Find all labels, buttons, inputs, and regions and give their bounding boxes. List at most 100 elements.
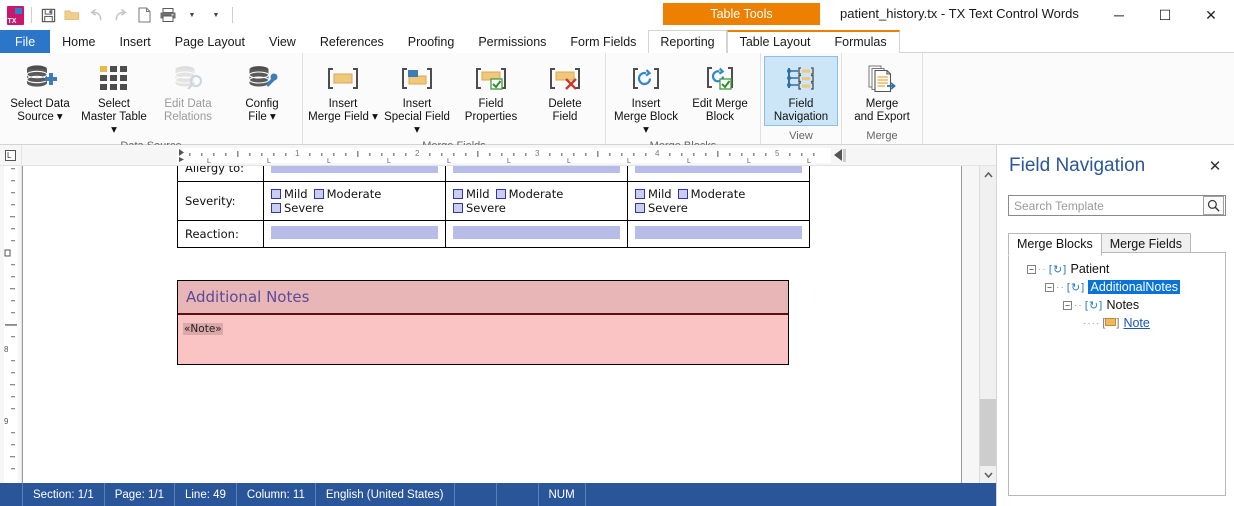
- scrollbar-thumb[interactable]: [980, 399, 996, 471]
- insert-special-field-button[interactable]: Insert Special Field ▾: [380, 56, 454, 138]
- checkbox-icon[interactable]: [453, 203, 463, 213]
- tree-node-note[interactable]: ···· [] Note: [1009, 314, 1225, 332]
- checkbox-icon[interactable]: [453, 189, 463, 199]
- status-section[interactable]: Section: 1/1: [22, 483, 105, 506]
- qat-customize-arrow[interactable]: ▼: [204, 3, 228, 27]
- vertical-ruler[interactable]: 8 9: [0, 166, 22, 483]
- save-button[interactable]: [36, 3, 60, 27]
- checkbox-icon[interactable]: [271, 203, 281, 213]
- checkbox-item-mild[interactable]: Mild: [635, 187, 672, 201]
- reaction-field-cell-1[interactable]: [263, 220, 446, 248]
- search-button[interactable]: [1203, 196, 1224, 215]
- table-row-allergy[interactable]: Allergy to:: [177, 166, 810, 182]
- tab-home[interactable]: Home: [50, 30, 107, 53]
- collapse-expander-icon[interactable]: −: [1063, 300, 1072, 310]
- app-menu-button[interactable]: [3, 3, 27, 27]
- print-dropdown-arrow[interactable]: ▼: [180, 3, 204, 27]
- status-line[interactable]: Line: 49: [175, 483, 237, 506]
- tab-file[interactable]: File: [0, 30, 51, 53]
- allergy-field-cell-3[interactable]: [627, 166, 810, 182]
- scroll-down-button[interactable]: [980, 466, 996, 483]
- severity-cell-3[interactable]: Mild ModerateSevere: [627, 181, 810, 221]
- table-row-reaction[interactable]: Reaction:: [177, 220, 810, 248]
- checkbox-icon[interactable]: [271, 189, 281, 199]
- tab-view[interactable]: View: [257, 30, 308, 53]
- patient-allergy-table[interactable]: Allergy to: Severity: Mild ModerateSevere…: [177, 166, 810, 248]
- reaction-field-cell-2[interactable]: [445, 220, 628, 248]
- edit-data-relations-button[interactable]: Edit Data Relations: [151, 56, 225, 126]
- severity-cell-2[interactable]: Mild ModerateSevere: [445, 181, 628, 221]
- document-page[interactable]: Allergy to: Severity: Mild ModerateSevere…: [22, 166, 962, 483]
- checkbox-item-moderate[interactable]: Moderate: [313, 187, 381, 201]
- select-data-source-button[interactable]: Select Data Source ▾: [3, 56, 77, 126]
- checkbox-item-severe[interactable]: Severe: [453, 201, 506, 215]
- new-document-button[interactable]: [132, 3, 156, 27]
- tree-node-label[interactable]: Note: [1123, 316, 1149, 330]
- document-vertical-scrollbar[interactable]: [979, 166, 996, 483]
- tab-page-layout[interactable]: Page Layout: [163, 30, 257, 53]
- tab-references[interactable]: References: [308, 30, 396, 53]
- search-input[interactable]: [1009, 198, 1203, 213]
- reaction-field-cell-3[interactable]: [627, 220, 810, 248]
- collapse-expander-icon[interactable]: −: [1027, 264, 1036, 274]
- collapse-expander-icon[interactable]: −: [1045, 282, 1054, 292]
- status-slot-1[interactable]: [455, 483, 497, 506]
- tab-permissions[interactable]: Permissions: [466, 30, 558, 53]
- additional-notes-body[interactable]: «Note»: [178, 315, 788, 364]
- maximize-button[interactable]: ☐: [1142, 0, 1188, 30]
- horizontal-ruler[interactable]: 1 2 3 4 5 L L L L L L L L L L L: [22, 145, 996, 166]
- minimize-button[interactable]: ─: [1096, 0, 1142, 30]
- select-master-table-button[interactable]: Select Master Table ▾: [77, 56, 151, 138]
- checkbox-icon[interactable]: [313, 189, 324, 199]
- checkbox-item-moderate[interactable]: Moderate: [495, 187, 563, 201]
- tab-merge-blocks[interactable]: Merge Blocks: [1008, 233, 1102, 256]
- status-slot-2[interactable]: [497, 483, 539, 506]
- merge-blocks-tree[interactable]: − ·· [↻] Patient − ·· [↻] AdditionalNote…: [1008, 252, 1226, 496]
- status-num-lock[interactable]: NUM: [539, 483, 586, 506]
- allergy-field-cell-2[interactable]: [445, 166, 628, 182]
- edit-merge-block-button[interactable]: Edit Merge Block: [683, 56, 757, 126]
- tree-node-notes[interactable]: − ·· [↻] Notes: [1009, 296, 1225, 314]
- config-file-button[interactable]: Config File ▾: [225, 56, 299, 126]
- right-indent-marker[interactable]: [826, 148, 846, 163]
- checkbox-icon[interactable]: [635, 189, 645, 199]
- checkbox-icon[interactable]: [495, 189, 506, 199]
- field-navigation-button[interactable]: Field Navigation: [764, 56, 838, 126]
- tab-formulas[interactable]: Formulas: [823, 30, 899, 53]
- status-column[interactable]: Column: 11: [237, 483, 316, 506]
- delete-field-button[interactable]: Delete Field: [528, 56, 602, 126]
- severity-cell-1[interactable]: Mild ModerateSevere: [263, 181, 446, 221]
- tab-proofing[interactable]: Proofing: [396, 30, 467, 53]
- undo-button[interactable]: [84, 3, 108, 27]
- insert-merge-field-button[interactable]: Insert Merge Field ▾: [306, 56, 380, 126]
- redo-button[interactable]: [108, 3, 132, 27]
- tab-table-layout[interactable]: Table Layout: [728, 30, 823, 53]
- checkbox-item-severe[interactable]: Severe: [271, 201, 324, 215]
- allergy-field-cell-1[interactable]: [263, 166, 446, 182]
- checkbox-icon[interactable]: [635, 203, 645, 213]
- status-language[interactable]: English (United States): [316, 483, 455, 506]
- checkbox-item-moderate[interactable]: Moderate: [677, 187, 745, 201]
- field-properties-button[interactable]: Field Properties: [454, 56, 528, 126]
- open-button[interactable]: [60, 3, 84, 27]
- tree-node-additional-notes[interactable]: − ·· [↻] AdditionalNotes: [1009, 278, 1225, 296]
- search-template-box[interactable]: [1008, 195, 1226, 216]
- scroll-up-button[interactable]: [980, 166, 996, 183]
- merge-and-export-button[interactable]: Merge and Export: [845, 56, 919, 126]
- print-button[interactable]: [156, 3, 180, 27]
- tab-form-fields[interactable]: Form Fields: [558, 30, 648, 53]
- tab-insert[interactable]: Insert: [108, 30, 163, 53]
- table-row-severity[interactable]: Severity: Mild ModerateSevere Mild Moderat…: [177, 181, 810, 221]
- tree-node-patient[interactable]: − ·· [↻] Patient: [1009, 260, 1225, 278]
- additional-notes-box[interactable]: Additional Notes «Note»: [177, 280, 789, 365]
- insert-merge-block-button[interactable]: Insert Merge Block ▾: [609, 56, 683, 138]
- status-page[interactable]: Page: 1/1: [105, 483, 175, 506]
- tab-reporting[interactable]: Reporting: [648, 30, 727, 53]
- field-navigation-close-button[interactable]: ✕: [1206, 157, 1224, 175]
- checkbox-item-mild[interactable]: Mild: [271, 187, 308, 201]
- checkbox-item-mild[interactable]: Mild: [453, 187, 490, 201]
- ruler-corner-tabstop-selector[interactable]: L: [0, 145, 22, 166]
- checkbox-item-severe[interactable]: Severe: [635, 201, 688, 215]
- note-merge-field[interactable]: «Note»: [183, 323, 223, 335]
- close-button[interactable]: ✕: [1188, 0, 1234, 30]
